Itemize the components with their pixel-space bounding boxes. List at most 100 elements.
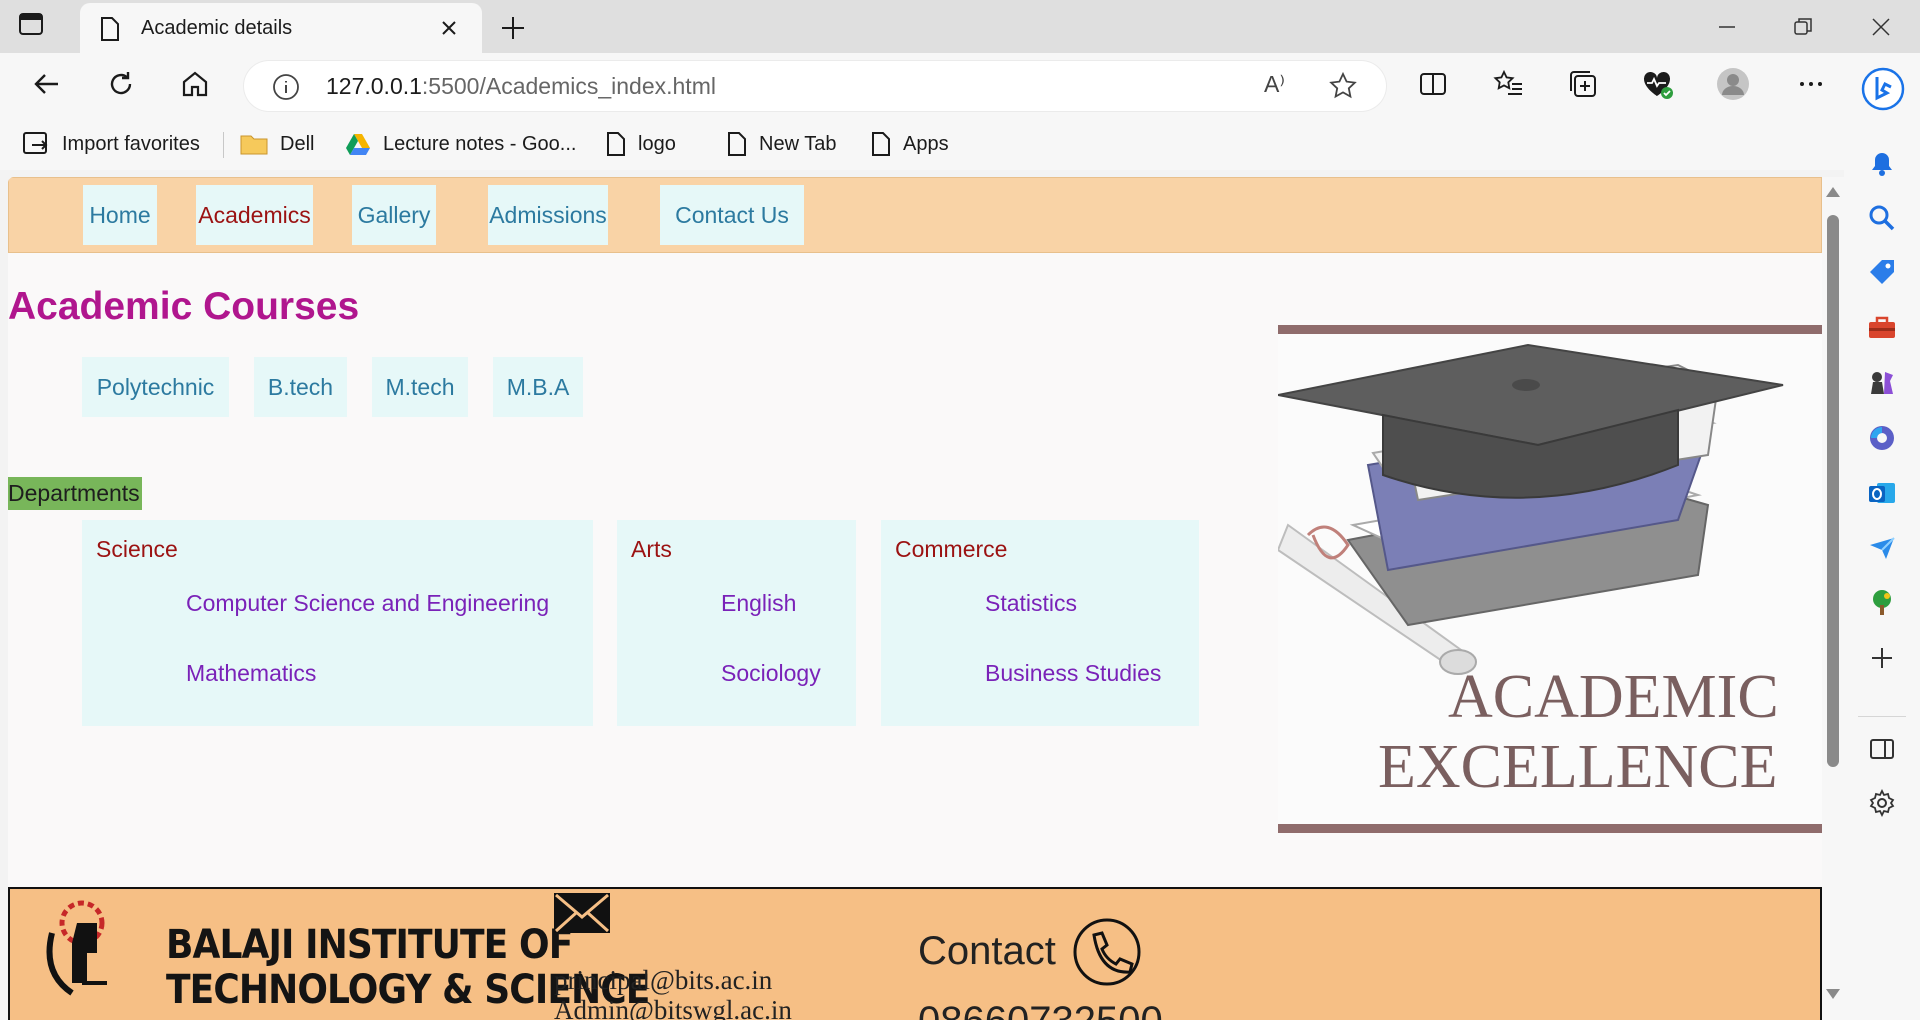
image-caption-line2: EXCELLENCE [1378, 733, 1778, 801]
favorite-import[interactable]: Import favorites [22, 128, 200, 160]
search-icon [1869, 205, 1895, 231]
hide-sidebar-button[interactable] [1864, 731, 1900, 767]
site-footer: BALAJI INSTITUTE OF TECHNOLOGY & SCIENCE… [8, 887, 1822, 1020]
send-button[interactable] [1864, 530, 1900, 566]
close-tab-icon[interactable] [438, 17, 460, 39]
favorite-logo[interactable]: logo [606, 128, 676, 160]
nav-contact-link[interactable]: Contact Us [660, 185, 804, 245]
import-icon [23, 132, 48, 154]
read-aloud-icon[interactable]: A⁾ [1264, 71, 1285, 98]
notifications-button[interactable] [1864, 145, 1900, 181]
academic-excellence-image: ACADEMIC EXCELLENCE [1278, 325, 1822, 833]
tree-button[interactable] [1864, 585, 1900, 621]
department-item-link[interactable]: Sociology [721, 660, 821, 687]
nav-academics-link[interactable]: Academics [196, 185, 313, 245]
institute-logo-icon [46, 900, 107, 996]
profile-avatar-icon[interactable] [1716, 67, 1750, 101]
scroll-up-arrow-icon[interactable] [1826, 187, 1840, 197]
split-screen-icon[interactable] [1416, 67, 1450, 101]
mail-icon [554, 893, 610, 933]
course-btech-link[interactable]: B.tech [254, 357, 347, 417]
folder-icon [240, 135, 268, 155]
favorite-label: Lecture notes - Goo... [383, 132, 577, 155]
department-title: Commerce [895, 536, 1008, 562]
favorite-apps[interactable]: Apps [871, 128, 949, 160]
phone-number-link[interactable]: 08660732500 [918, 999, 1163, 1020]
department-item-link[interactable]: Computer Science and Engineering [186, 590, 549, 617]
sidebar-divider [1858, 716, 1906, 717]
favorite-dell[interactable]: Dell [240, 128, 314, 160]
tools-button[interactable] [1864, 310, 1900, 346]
browser-essentials-icon[interactable] [1640, 67, 1674, 101]
course-mtech-link[interactable]: M.tech [372, 357, 468, 417]
games-button[interactable] [1864, 365, 1900, 401]
favorite-star-icon[interactable] [1328, 71, 1358, 101]
shopping-button[interactable] [1864, 255, 1900, 291]
favorites-icon[interactable] [1492, 67, 1526, 101]
email-admin-link[interactable]: Admin@bitswgl.ac.in [554, 995, 792, 1020]
nav-home-link[interactable]: Home [83, 185, 157, 245]
chess-icon [1871, 372, 1893, 394]
page-viewport: Home Academics Gallery Admissions Contac… [8, 177, 1822, 1020]
department-item-link[interactable]: Statistics [985, 590, 1077, 617]
bell-icon [1872, 153, 1892, 176]
department-item-link[interactable]: English [721, 590, 796, 617]
favorites-bar: Import favorites Dell Lecture notes - Go… [0, 118, 1920, 170]
minimize-icon[interactable] [1714, 14, 1740, 40]
address-bar-row: 127.0.0.1:5500/Academics_index.html A⁾ [0, 53, 1920, 118]
close-window-icon[interactable] [1868, 14, 1894, 40]
phone-icon [1073, 918, 1141, 986]
outlook-icon [1869, 483, 1895, 503]
refresh-icon[interactable] [104, 67, 138, 101]
sidebar-settings-button[interactable] [1864, 785, 1900, 821]
department-commerce-box: Commerce Statistics Business Studies [881, 520, 1199, 726]
tab-actions-button[interactable] [18, 12, 62, 42]
favorite-label: Import favorites [62, 132, 200, 155]
more-options-icon[interactable] [1794, 67, 1828, 101]
send-icon [1870, 537, 1895, 559]
search-button[interactable] [1864, 200, 1900, 236]
department-item-link[interactable]: Mathematics [186, 660, 316, 687]
site-navigation-bar: Home Academics Gallery Admissions Contac… [8, 177, 1822, 253]
browser-title-bar: Academic details [0, 0, 1920, 53]
new-tab-icon[interactable] [498, 13, 528, 43]
scroll-down-arrow-icon[interactable] [1826, 989, 1840, 999]
url-path: :5500/Academics_index.html [421, 73, 716, 99]
browser-tab[interactable]: Academic details [80, 3, 482, 53]
page-scrollbar[interactable] [1822, 177, 1844, 1020]
restore-icon[interactable] [1790, 14, 1816, 40]
bing-copilot-button[interactable] [1860, 66, 1906, 112]
favorite-label: Dell [280, 132, 315, 155]
bing-icon [1861, 67, 1905, 111]
department-item-link[interactable]: Business Studies [985, 660, 1161, 687]
course-mba-link[interactable]: M.B.A [493, 357, 583, 417]
sidebar-panel-icon [1870, 739, 1894, 759]
course-polytechnic-link[interactable]: Polytechnic [82, 357, 229, 417]
url-text[interactable]: 127.0.0.1:5500/Academics_index.html [326, 73, 716, 100]
add-sidebar-app-button[interactable] [1864, 640, 1900, 676]
home-icon[interactable] [178, 67, 212, 101]
graduation-cap-illustration: ACADEMIC EXCELLENCE [1278, 325, 1822, 833]
nav-gallery-link[interactable]: Gallery [352, 185, 436, 245]
edge-sidebar [1844, 53, 1920, 1020]
outlook-button[interactable] [1864, 475, 1900, 511]
favorite-lecture-notes[interactable]: Lecture notes - Goo... [345, 128, 576, 160]
site-info-icon[interactable] [272, 73, 300, 101]
back-icon[interactable] [30, 67, 64, 101]
favorite-new-tab[interactable]: New Tab [727, 128, 836, 160]
tab-actions-icon [19, 13, 43, 35]
address-bar[interactable]: 127.0.0.1:5500/Academics_index.html A⁾ [244, 61, 1386, 111]
copilot-button[interactable] [1864, 420, 1900, 456]
toolbox-icon [1869, 316, 1895, 338]
favorite-label: Apps [903, 132, 949, 155]
scrollbar-thumb[interactable] [1827, 215, 1839, 767]
m365-icon [1870, 426, 1894, 450]
collections-icon[interactable] [1566, 67, 1600, 101]
page-icon [728, 132, 746, 156]
department-science-box: Science Computer Science and Engineering… [82, 520, 593, 726]
nav-admissions-link[interactable]: Admissions [488, 185, 608, 245]
image-caption-line1: ACADEMIC [1448, 663, 1779, 731]
departments-label: Departments [8, 477, 142, 510]
email-principal-link[interactable]: principal@bits.ac.in [554, 965, 772, 996]
page-icon [872, 132, 890, 156]
